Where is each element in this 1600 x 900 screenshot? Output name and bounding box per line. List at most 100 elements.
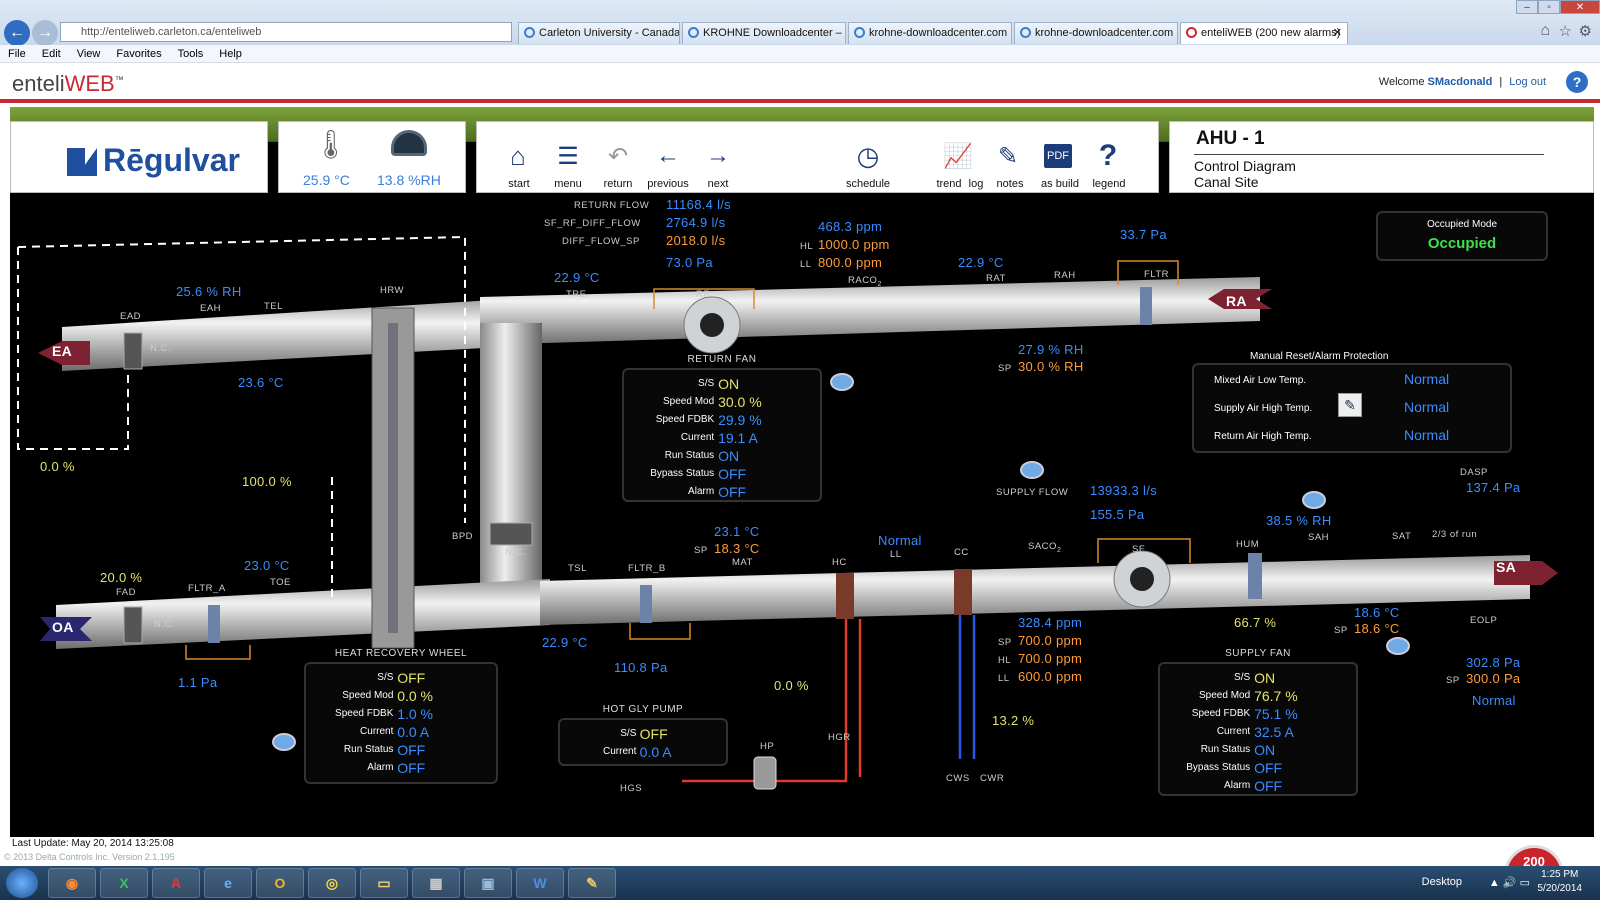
supply-flow-label: SUPPLY FLOW	[996, 487, 1069, 498]
tsl-label: TSL	[568, 563, 587, 574]
return-fan-info-icon[interactable]	[830, 373, 854, 391]
logout-link[interactable]: Log out	[1509, 76, 1546, 88]
excel-icon[interactable]: X	[100, 868, 148, 898]
status-row-value[interactable]: 30.0 %	[718, 394, 762, 410]
tab-krohne-2[interactable]: krohne-downloadcenter.com	[848, 22, 1012, 44]
username[interactable]: SMacdonald	[1428, 76, 1493, 88]
menu-list-icon[interactable]: ☰	[547, 136, 589, 176]
saco-hl-label: HL	[998, 655, 1012, 666]
chrome-icon[interactable]: ◎	[308, 868, 356, 898]
word-icon[interactable]: W	[516, 868, 564, 898]
forward-button[interactable]: →	[32, 20, 58, 46]
reset-notes-icon[interactable]: ✎	[1338, 393, 1362, 417]
ra-rh-sp-label: SP	[998, 363, 1012, 374]
sah-info-icon[interactable]	[1302, 491, 1326, 509]
internet-explorer-icon[interactable]: e	[204, 868, 252, 898]
notes-button[interactable]: notes	[990, 178, 1030, 190]
menu-edit[interactable]: Edit	[42, 48, 61, 60]
status-row-value[interactable]: 0.0 A	[397, 724, 429, 740]
menu-tools[interactable]: Tools	[178, 48, 204, 60]
status-row-value[interactable]: 0.0 %	[397, 688, 433, 704]
status-row-value[interactable]: 29.9 %	[718, 412, 762, 428]
file-explorer-icon[interactable]: ▭	[360, 868, 408, 898]
hrw-core	[388, 323, 398, 633]
fltr-a-filter	[208, 605, 220, 643]
minimize-button[interactable]: –	[1516, 0, 1538, 14]
status-row-value[interactable]: ON	[1254, 670, 1275, 686]
log-button[interactable]: log	[961, 178, 991, 190]
hot-glycol-pump-icon[interactable]	[753, 756, 777, 790]
status-row-value[interactable]: ON	[718, 448, 739, 464]
fltr-b-filter	[640, 585, 652, 623]
back-button[interactable]: ←	[4, 20, 30, 46]
outlook-icon[interactable]: O	[256, 868, 304, 898]
oa-filter-pa: 1.1 Pa	[178, 675, 218, 690]
status-row-value[interactable]: OFF	[1254, 778, 1282, 794]
status-row-value[interactable]: 0.0 A	[640, 744, 672, 760]
status-row-value[interactable]: OFF	[397, 742, 425, 758]
favorites-star-icon[interactable]: ☆	[1559, 22, 1572, 40]
status-row-value[interactable]: ON	[1254, 742, 1275, 758]
sa-label: SA	[1496, 559, 1517, 575]
status-row-value[interactable]: OFF	[397, 760, 425, 776]
address-bar[interactable]: http://enteliweb.carleton.ca/enteliweb	[60, 22, 512, 42]
desktop-toolbar[interactable]: Desktop	[1422, 876, 1462, 888]
question-icon[interactable]: ?	[1087, 136, 1129, 176]
ead-damper	[123, 332, 143, 370]
status-row-value[interactable]: 1.0 %	[397, 706, 433, 722]
menu-view[interactable]: View	[77, 48, 101, 60]
help-icon[interactable]: ?	[1566, 71, 1588, 93]
firefox-icon[interactable]: ◉	[48, 868, 96, 898]
tools-gear-icon[interactable]: ⚙	[1579, 22, 1592, 40]
tab-carleton[interactable]: Carleton University - Canada's ...	[518, 22, 680, 44]
start-orb-icon[interactable]	[6, 868, 38, 898]
calculator-icon[interactable]: ▦	[412, 868, 460, 898]
status-row-value[interactable]: 75.1 %	[1254, 706, 1298, 722]
mat-value: 23.1 °C	[714, 524, 760, 539]
heating-coil	[836, 573, 854, 619]
arrow-right-icon[interactable]: →	[697, 136, 739, 176]
pdf-icon[interactable]: PDF	[1037, 136, 1079, 176]
tab-krohne-1[interactable]: KROHNE Downloadcenter – Br...	[682, 22, 846, 44]
menu-file[interactable]: File	[8, 48, 26, 60]
status-row-value[interactable]: 76.7 %	[1254, 688, 1298, 704]
tab-krohne-3[interactable]: krohne-downloadcenter.com	[1014, 22, 1178, 44]
status-row-value[interactable]: OFF	[718, 484, 746, 500]
hgr-label: HGR	[828, 732, 851, 743]
status-row-value[interactable]: OFF	[397, 670, 425, 686]
welcome-text: Welcome	[1378, 76, 1425, 88]
status-row-label: Run Status	[1200, 744, 1251, 755]
status-row-value[interactable]: OFF	[640, 726, 668, 742]
remote-desktop-icon[interactable]: ▣	[464, 868, 512, 898]
next-button[interactable]: next	[688, 178, 748, 190]
legend-button[interactable]: legend	[1079, 178, 1139, 190]
status-row-value[interactable]: ON	[718, 376, 739, 392]
menu-favorites[interactable]: Favorites	[116, 48, 161, 60]
eolp-info-icon[interactable]	[1386, 637, 1410, 655]
status-row-value[interactable]: OFF	[718, 466, 746, 482]
arrow-left-icon[interactable]: ←	[647, 136, 689, 176]
supply-flow-info-icon[interactable]	[1020, 461, 1044, 479]
occupied-mode-value[interactable]: Occupied	[1378, 235, 1546, 252]
return-icon[interactable]: ↶	[597, 136, 639, 176]
paint-icon[interactable]: ✎	[568, 868, 616, 898]
status-row-value[interactable]: 32.5 A	[1254, 724, 1294, 740]
occupied-mode-label: Occupied Mode	[1426, 219, 1498, 230]
status-row-value[interactable]: 19.1 A	[718, 430, 758, 446]
clock-icon[interactable]: ◷	[847, 136, 889, 176]
acrobat-icon[interactable]: A	[152, 868, 200, 898]
hrw-info-icon[interactable]	[272, 733, 296, 751]
notes-icon[interactable]: ✎	[987, 136, 1029, 176]
home-icon[interactable]: ⌂	[1540, 22, 1550, 40]
maximize-button[interactable]: ▫	[1538, 0, 1560, 14]
home-icon[interactable]: ⌂	[497, 136, 539, 176]
schedule-button[interactable]: schedule	[838, 178, 898, 190]
menu-help[interactable]: Help	[219, 48, 242, 60]
status-row-value[interactable]: OFF	[1254, 760, 1282, 776]
system-clock[interactable]: 1:25 PM 5/20/2014	[1538, 868, 1583, 896]
close-window-button[interactable]: ✕	[1560, 0, 1600, 14]
fad-nc-label: N.C.	[154, 619, 175, 630]
close-tab-icon[interactable]: ✕	[1333, 23, 1342, 43]
tab-enteliweb[interactable]: enteliWEB (200 new alarms) ✕	[1180, 22, 1348, 44]
trend-chart-icon[interactable]: 📈	[937, 136, 979, 176]
